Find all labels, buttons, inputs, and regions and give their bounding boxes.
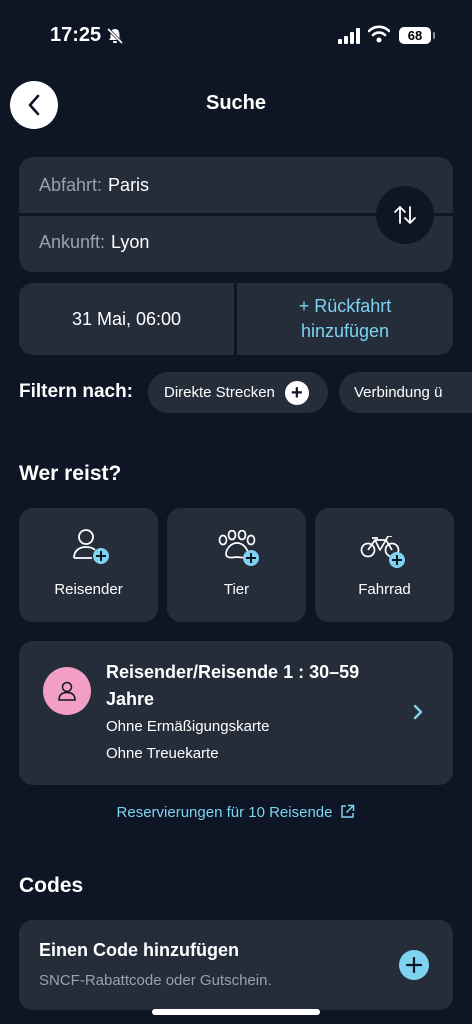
add-traveler-button[interactable]: Reisender (19, 508, 158, 622)
add-bike-button[interactable]: Fahrrad (315, 508, 454, 622)
who-travels-title: Wer reist? (19, 462, 122, 485)
loyalty-card-text: Ohne Treuekarte (106, 745, 219, 762)
avatar (43, 667, 91, 715)
filter-chip-direct-label: Direkte Strecken (164, 384, 275, 401)
page-title: Suche (205, 92, 267, 114)
filter-chip-connection[interactable]: Verbindung ü (339, 372, 472, 413)
add-pet-label: Tier (223, 581, 250, 598)
group-reservation-text: Reservierungen für 10 Reisende (116, 804, 333, 821)
paw-add-icon (218, 530, 259, 566)
add-return-line2: hinzufügen (300, 321, 390, 341)
battery-indicator: 68 (399, 27, 435, 44)
departure-field[interactable]: Abfahrt: Paris (39, 175, 149, 196)
departure-value: Paris (108, 175, 150, 195)
departure-label: Abfahrt: (39, 175, 103, 195)
add-return-text: + Rückfahrt hinzufügen (299, 294, 392, 344)
arrival-value: Lyon (111, 232, 150, 252)
filter-label: Filtern nach: (19, 381, 134, 402)
bike-add-icon (360, 536, 405, 568)
external-link-icon (341, 804, 355, 818)
add-code-title: Einen Code hinzufügen (39, 940, 239, 960)
group-reservation-link[interactable]: Reservierungen für 10 Reisende (0, 804, 472, 821)
add-return-line1: + Rückfahrt (298, 296, 392, 316)
swap-arrows-icon (394, 206, 416, 224)
status-time: 17:25 (50, 24, 102, 46)
filter-chip-connection-label: Verbindung ü (354, 384, 443, 401)
add-bike-label: Fahrrad (358, 581, 411, 598)
traveler-card[interactable]: Reisender/Reisende 1 : 30–59 Jahre Ohne … (19, 641, 453, 785)
codes-title: Codes (19, 874, 84, 897)
swap-stations-button[interactable] (376, 186, 434, 244)
bell-muted-icon (106, 27, 124, 45)
add-code-subtitle: SNCF-Rabattcode oder Gutschein. (39, 972, 272, 989)
discount-card-text: Ohne Ermäßigungskarte (106, 718, 270, 735)
person-add-icon (73, 529, 109, 564)
outbound-date-button[interactable]: 31 Mai, 06:00 (19, 283, 234, 355)
wifi-icon (368, 25, 390, 43)
plus-icon (406, 957, 422, 973)
add-traveler-label: Reisender (54, 581, 123, 598)
person-icon (58, 681, 76, 701)
add-pet-button[interactable]: Tier (167, 508, 306, 622)
signal-icon (338, 28, 360, 44)
outbound-date-text: 31 Mai, 06:00 (71, 308, 182, 329)
plus-icon: + (284, 380, 309, 405)
chevron-right-icon (413, 704, 423, 720)
traveler-name: Reisender/Reisende 1 : 30–59 Jahre (106, 662, 360, 709)
add-code-button[interactable] (399, 950, 429, 980)
arrival-field[interactable]: Ankunft: Lyon (39, 232, 149, 253)
add-code-card[interactable]: Einen Code hinzufügen SNCF-Rabattcode od… (19, 920, 453, 1010)
status-bar: 17:25 68 (0, 0, 472, 70)
filter-chip-direct[interactable]: Direkte Strecken + (148, 372, 328, 413)
arrival-label: Ankunft: (39, 232, 106, 252)
home-indicator[interactable] (152, 1009, 320, 1015)
add-return-button[interactable]: + Rückfahrt hinzufügen (237, 283, 453, 355)
